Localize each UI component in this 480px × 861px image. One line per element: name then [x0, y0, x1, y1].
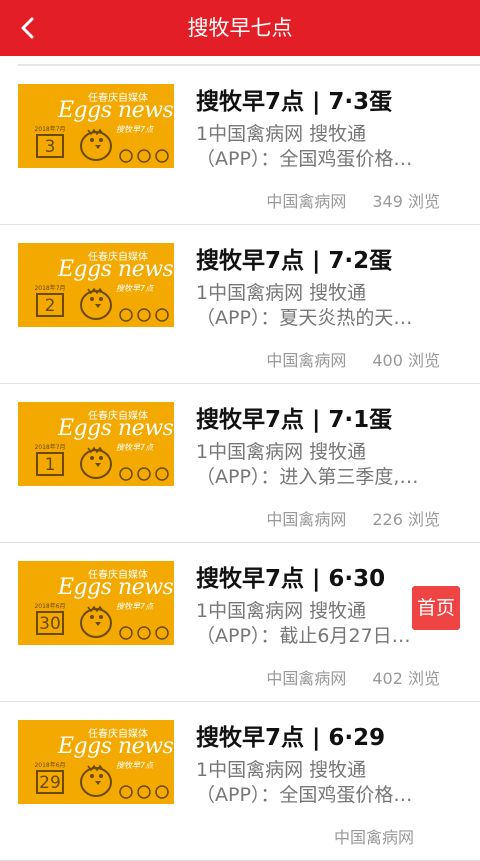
list-item[interactable]: 任春庆自媒体 Eggs news 搜牧早7点 2018年7月 1 搜牧早7点 |… — [0, 384, 480, 543]
article-summary: 1中国禽病网 搜牧通 （APP）：进入第三季度,… — [196, 440, 458, 490]
list-item[interactable]: 任春庆自媒体 Eggs news 搜牧早7点 2018年6月 30 搜牧早7点 … — [0, 543, 480, 702]
article-meta: 中国禽病网 400 浏览 — [266, 347, 440, 371]
chick-icon — [80, 287, 169, 322]
top-bar: 搜牧早七点 — [0, 0, 480, 56]
list-item[interactable]: 任春庆自媒体 Eggs news 搜牧早7点 2018年7月 3 搜牧早7点 |… — [0, 66, 480, 225]
calendar-month: 2018年7月 — [34, 126, 66, 133]
calendar-box: 2 — [36, 293, 64, 317]
calendar-box: 1 — [36, 452, 64, 476]
article-meta: 中国禽病网 349 浏览 — [266, 188, 440, 212]
article-title[interactable]: 搜牧早7点 | 7·3蛋 — [196, 82, 392, 116]
calendar-day: 30 — [39, 614, 61, 634]
article-summary: 1中国禽病网 搜牧通 （APP）：全国鸡蛋价格… — [196, 122, 458, 172]
view-count: 226 浏览 — [372, 510, 440, 529]
calendar-month: 2018年7月 — [34, 444, 66, 451]
source-label: 中国禽病网 — [333, 828, 414, 847]
source-label: 中国禽病网 — [266, 351, 347, 370]
summary-line-1: 1中国禽病网 搜牧通 — [196, 441, 367, 463]
calendar-icon: 2018年7月 2 — [32, 283, 68, 321]
source-label: 中国禽病网 — [266, 669, 347, 688]
calendar-box: 3 — [36, 134, 64, 158]
article-thumbnail: 任春庆自媒体 Eggs news 搜牧早7点 2018年7月 2 — [18, 243, 174, 327]
list-item[interactable]: 任春庆自媒体 Eggs news 搜牧早7点 2018年7月 2 搜牧早7点 |… — [0, 225, 480, 384]
calendar-icon: 2018年7月 1 — [32, 442, 68, 480]
calendar-day: 2 — [44, 296, 56, 316]
article-thumbnail: 任春庆自媒体 Eggs news 搜牧早7点 2018年7月 3 — [18, 84, 174, 168]
summary-line-2: （APP）：全国鸡蛋价格… — [196, 148, 413, 170]
article-thumbnail: 任春庆自媒体 Eggs news 搜牧早7点 2018年6月 29 — [18, 720, 174, 804]
article-title[interactable]: 搜牧早7点 | 7·2蛋 — [196, 241, 392, 275]
calendar-day: 1 — [44, 455, 56, 475]
summary-line-2: （APP）：全国鸡蛋价格… — [196, 784, 413, 806]
calendar-month: 2018年6月 — [34, 762, 66, 769]
summary-line-2: （APP）：夏天炎热的天… — [196, 307, 413, 329]
view-count: 402 浏览 — [372, 669, 440, 688]
article-thumbnail: 任春庆自媒体 Eggs news 搜牧早7点 2018年7月 1 — [18, 402, 174, 486]
article-meta: 中国禽病网 402 浏览 — [266, 665, 440, 689]
calendar-month: 2018年7月 — [34, 285, 66, 292]
calendar-month: 2018年6月 — [34, 603, 66, 610]
article-thumbnail: 任春庆自媒体 Eggs news 搜牧早7点 2018年6月 30 — [18, 561, 174, 645]
source-label: 中国禽病网 — [266, 510, 347, 529]
summary-line-1: 1中国禽病网 搜牧通 — [196, 123, 367, 145]
list-item[interactable]: 任春庆自媒体 Eggs news 搜牧早7点 2018年6月 29 搜牧早7点 … — [0, 702, 480, 861]
summary-line-2: （APP）：进入第三季度,… — [196, 466, 419, 488]
article-title[interactable]: 搜牧早7点 | 7·1蛋 — [196, 400, 392, 434]
view-count: 400 浏览 — [372, 351, 440, 370]
chick-icon — [80, 764, 169, 799]
article-title[interactable]: 搜牧早7点 | 6·30 — [196, 559, 385, 593]
home-button[interactable]: 首页 — [412, 586, 460, 630]
chick-icon — [80, 605, 169, 640]
article-title[interactable]: 搜牧早7点 | 6·29 — [196, 718, 385, 752]
article-summary: 1中国禽病网 搜牧通 （APP）：全国鸡蛋价格… — [196, 758, 458, 808]
article-meta: 中国禽病网 226 浏览 — [266, 506, 440, 530]
source-label: 中国禽病网 — [266, 192, 347, 211]
page-title: 搜牧早七点 — [187, 16, 293, 40]
view-count: 349 浏览 — [372, 192, 440, 211]
calendar-box: 30 — [36, 611, 64, 635]
summary-line-1: 1中国禽病网 搜牧通 — [196, 759, 367, 781]
calendar-day: 3 — [44, 137, 56, 157]
article-meta: 中国禽病网 — [334, 824, 440, 848]
chick-icon — [80, 128, 169, 163]
calendar-icon: 2018年6月 29 — [32, 760, 68, 798]
calendar-icon: 2018年7月 3 — [32, 124, 68, 162]
article-summary: 1中国禽病网 搜牧通 （APP）：夏天炎热的天… — [196, 281, 458, 331]
calendar-box: 29 — [36, 770, 64, 794]
chick-icon — [80, 446, 169, 481]
calendar-icon: 2018年6月 30 — [32, 601, 68, 639]
calendar-day: 29 — [39, 773, 61, 793]
summary-line-1: 1中国禽病网 搜牧通 — [196, 282, 367, 304]
article-list: 任春庆自媒体 Eggs news 搜牧早7点 2018年7月 3 搜牧早7点 |… — [0, 64, 480, 861]
